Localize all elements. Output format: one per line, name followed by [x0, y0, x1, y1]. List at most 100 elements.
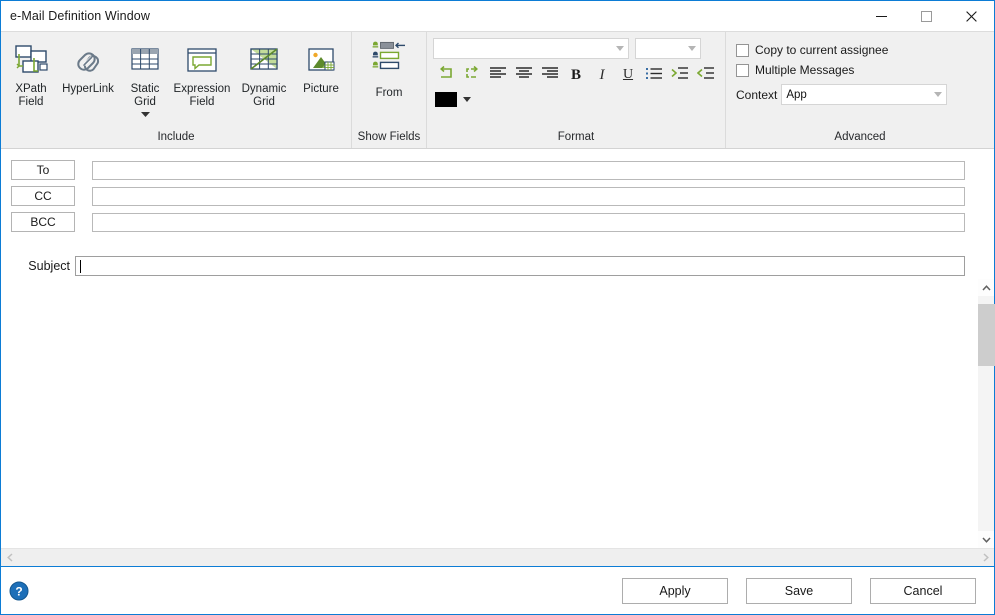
cc-button[interactable]: CC — [11, 186, 75, 206]
bullet-list-icon — [645, 66, 663, 85]
subject-input[interactable] — [75, 256, 965, 276]
underline-button[interactable]: U — [615, 63, 641, 87]
bullet-list-button[interactable] — [641, 63, 667, 87]
bold-icon: B — [570, 66, 581, 83]
ribbon-group-include: XPath Field HyperLink Static Grid Expres… — [1, 32, 351, 148]
subject-row: Subject — [1, 253, 994, 279]
svg-text:?: ? — [15, 584, 22, 598]
maximize-icon — [921, 10, 932, 22]
align-center-button[interactable] — [511, 63, 537, 87]
cc-row: CC — [1, 183, 994, 209]
dynamic-grid-icon — [247, 40, 281, 82]
cancel-button[interactable]: Cancel — [870, 577, 976, 604]
window-title: e-Mail Definition Window — [10, 9, 150, 23]
scroll-left-button[interactable] — [1, 549, 18, 566]
undo-icon — [437, 65, 455, 86]
footer-bar: ? Apply Save Cancel — [1, 566, 994, 614]
close-button[interactable] — [949, 1, 994, 31]
xpath-field-label: XPath Field — [15, 83, 47, 108]
maximize-button[interactable] — [904, 1, 949, 31]
scroll-right-button[interactable] — [977, 549, 994, 566]
chevron-right-icon — [982, 553, 989, 562]
font-size-dropdown-icon[interactable] — [684, 39, 700, 58]
hyperlink-button[interactable]: HyperLink — [57, 36, 119, 130]
font-family-dropdown-icon[interactable] — [612, 39, 628, 58]
from-fields-icon — [367, 40, 411, 85]
chevron-down-icon — [140, 111, 150, 117]
context-row: Context App — [736, 84, 994, 105]
bcc-row: BCC — [1, 209, 994, 235]
minimize-icon — [876, 11, 887, 22]
redo-icon — [463, 65, 481, 86]
message-body-editor[interactable] — [1, 279, 977, 548]
ribbon-group-format: B I U Format — [426, 32, 725, 148]
chevron-down-icon — [981, 536, 991, 543]
title-bar: e-Mail Definition Window — [1, 1, 994, 31]
scroll-down-button[interactable] — [978, 531, 994, 548]
email-definition-window: e-Mail Definition Window XPath Field Hyp… — [0, 0, 995, 615]
increase-indent-button[interactable] — [667, 63, 693, 87]
to-input[interactable] — [92, 160, 965, 180]
scroll-up-button[interactable] — [978, 279, 994, 296]
bold-button[interactable]: B — [563, 63, 589, 87]
copy-to-current-assignee-label: Copy to current assignee — [755, 43, 889, 57]
bcc-button[interactable]: BCC — [11, 212, 75, 232]
vertical-scroll-track[interactable] — [978, 296, 995, 531]
chevron-up-icon — [981, 284, 991, 291]
multiple-messages-checkbox[interactable]: Multiple Messages — [736, 60, 994, 80]
copy-to-current-assignee-checkbox[interactable]: Copy to current assignee — [736, 40, 994, 60]
italic-button[interactable]: I — [589, 63, 615, 87]
expression-field-button[interactable]: Expression Field — [171, 36, 233, 130]
subject-label: Subject — [28, 259, 70, 273]
checkbox-box — [736, 43, 749, 57]
font-color-button[interactable] — [433, 90, 459, 109]
ribbon-group-label-advanced: Advanced — [834, 131, 886, 143]
text-caret — [80, 260, 81, 273]
static-grid-icon — [128, 40, 162, 82]
vertical-scroll-thumb[interactable] — [978, 304, 995, 366]
from-label: From — [375, 87, 403, 99]
context-combo[interactable]: App — [781, 84, 948, 105]
save-button[interactable]: Save — [746, 577, 852, 604]
redo-button[interactable] — [459, 63, 485, 87]
chevron-left-icon — [6, 553, 13, 562]
align-center-icon — [515, 66, 533, 85]
ribbon-group-show-fields: From Show Fields — [351, 32, 426, 148]
close-icon — [966, 10, 977, 22]
underline-icon: U — [622, 67, 634, 82]
chevron-down-icon — [463, 97, 471, 102]
cc-input[interactable] — [92, 186, 965, 206]
to-button[interactable]: To — [11, 160, 75, 180]
font-size-combo[interactable] — [635, 38, 701, 59]
dynamic-grid-button[interactable]: Dynamic Grid — [233, 36, 295, 130]
ribbon-toolbar: XPath Field HyperLink Static Grid Expres… — [1, 31, 994, 149]
from-button[interactable]: From — [360, 38, 418, 130]
font-color-dropdown[interactable] — [459, 90, 475, 109]
align-right-button[interactable] — [537, 63, 563, 87]
context-dropdown-icon[interactable] — [930, 85, 946, 104]
minimize-button[interactable] — [859, 1, 904, 31]
xpath-field-button[interactable]: XPath Field — [5, 36, 57, 130]
picture-label: Picture — [303, 83, 339, 95]
font-family-combo[interactable] — [433, 38, 629, 59]
bcc-input[interactable] — [92, 212, 965, 232]
hyperlink-label: HyperLink — [62, 83, 114, 95]
dynamic-grid-label: Dynamic Grid — [241, 83, 287, 108]
help-icon[interactable]: ? — [9, 581, 29, 601]
italic-icon: I — [599, 66, 605, 83]
decrease-indent-button[interactable] — [693, 63, 719, 87]
static-grid-button[interactable]: Static Grid — [119, 36, 171, 130]
undo-button[interactable] — [433, 63, 459, 87]
picture-button[interactable]: Picture — [295, 36, 347, 130]
align-left-button[interactable] — [485, 63, 511, 87]
horizontal-scroll-track[interactable] — [18, 549, 977, 566]
message-body-panel — [1, 279, 995, 566]
horizontal-scrollbar[interactable] — [1, 548, 994, 566]
static-grid-dropdown[interactable] — [140, 109, 150, 119]
color-swatch — [435, 92, 457, 107]
context-value: App — [786, 88, 807, 101]
apply-button[interactable]: Apply — [622, 577, 728, 604]
decrease-indent-icon — [696, 66, 715, 85]
context-label: Context — [736, 87, 778, 102]
vertical-scrollbar[interactable] — [977, 279, 995, 548]
